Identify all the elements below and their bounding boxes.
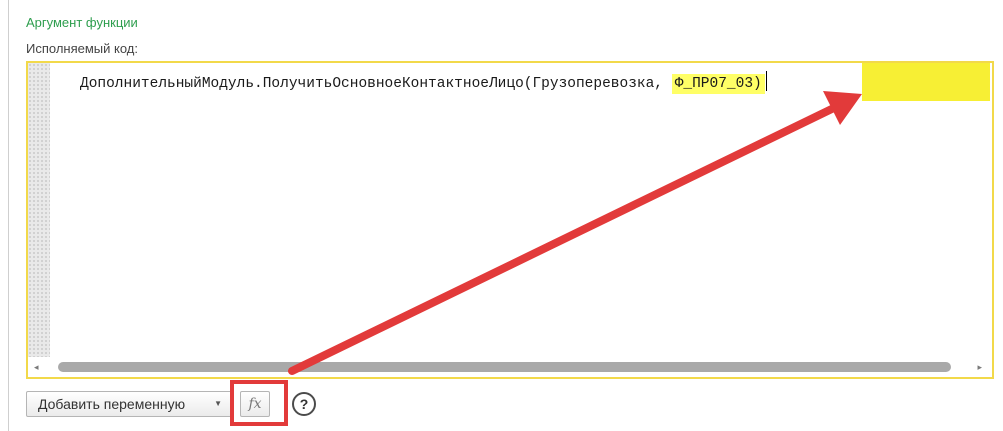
add-variable-button[interactable]: Добавить переменную ▼ xyxy=(26,391,232,417)
scroll-left-icon[interactable]: ◂ xyxy=(34,361,39,373)
code-line: ДополнительныйМодуль.ПолучитьОсновноеКон… xyxy=(80,71,767,94)
code-text: ДополнительныйМодуль.ПолучитьОсновноеКон… xyxy=(80,76,672,92)
horizontal-scrollbar[interactable]: ◂ ▸ xyxy=(28,357,992,377)
function-fx-button[interactable]: fx xyxy=(240,391,270,417)
dropdown-arrow-icon: ▼ xyxy=(214,399,222,408)
field-label: Исполняемый код: xyxy=(26,41,138,56)
left-divider xyxy=(8,0,9,431)
add-variable-label: Добавить переменную xyxy=(38,396,186,412)
code-editor[interactable]: ДополнительныйМодуль.ПолучитьОсновноеКон… xyxy=(26,61,994,379)
editor-gutter xyxy=(28,63,50,357)
group-title: Аргумент функции xyxy=(26,15,138,30)
help-icon[interactable]: ? xyxy=(292,392,316,416)
highlighted-code: Ф_ПР07_03) xyxy=(671,74,765,94)
text-caret xyxy=(765,71,767,91)
scroll-thumb[interactable] xyxy=(58,362,951,372)
highlight-block xyxy=(862,63,990,101)
scroll-right-icon[interactable]: ▸ xyxy=(977,361,982,373)
